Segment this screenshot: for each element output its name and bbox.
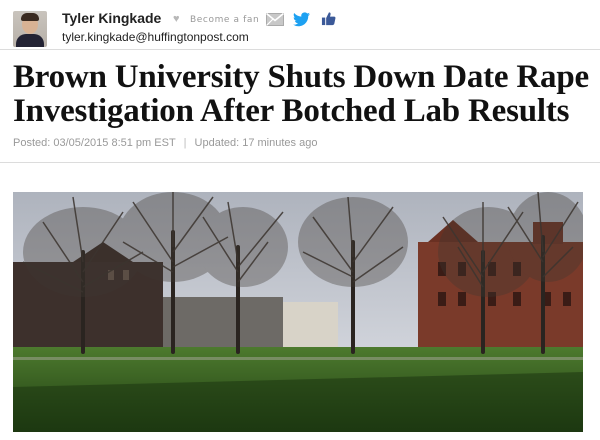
article-headline: Brown University Shuts Down Date Rape In…: [13, 59, 589, 129]
header-divider: [0, 49, 600, 50]
article-hero-image: [13, 192, 583, 432]
thumbs-up-icon[interactable]: [321, 11, 336, 26]
author-byline: Tyler Kingkade ♥ Become a fan tyler.king…: [0, 0, 600, 50]
meta-divider: [0, 162, 600, 163]
author-email[interactable]: tyler.kingkade@huffingtonpost.com: [62, 30, 249, 44]
posted-date: Posted: 03/05/2015 8:51 pm EST: [13, 137, 176, 149]
updated-time: Updated: 17 minutes ago: [194, 137, 318, 149]
author-avatar[interactable]: [13, 11, 47, 47]
author-name[interactable]: Tyler Kingkade: [62, 10, 161, 26]
mail-icon[interactable]: [266, 13, 284, 26]
article-meta: Posted: 03/05/2015 8:51 pm EST | Updated: …: [13, 137, 317, 149]
heart-icon: ♥: [173, 13, 180, 25]
twitter-icon[interactable]: [293, 12, 310, 27]
meta-separator: |: [183, 137, 187, 149]
become-fan-link[interactable]: Become a fan: [190, 15, 259, 25]
